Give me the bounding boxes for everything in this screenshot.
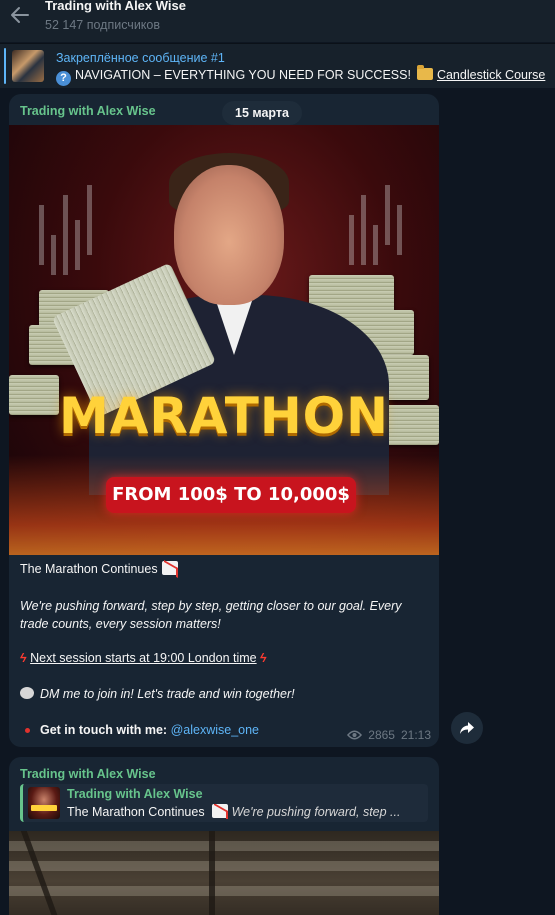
- message-body: We're pushing forward, step by step, get…: [20, 599, 402, 631]
- image-badge: FROM 100$ TO 10,000$: [106, 477, 356, 513]
- speech-bubble-icon: [20, 687, 34, 699]
- lightning-icon: ϟ: [258, 651, 268, 665]
- bullet-icon: [25, 728, 30, 734]
- session-line: ϟ Next session starts at 19:00 London ti…: [18, 651, 268, 665]
- folder-icon: [416, 65, 433, 80]
- message-title-text: The Marathon Continues: [20, 562, 158, 576]
- question-icon: ?: [56, 71, 71, 86]
- pinned-title: Закреплённое сообщение #1: [56, 51, 225, 65]
- lightning-icon: ϟ: [18, 651, 28, 665]
- message-sender[interactable]: Trading with Alex Wise: [20, 767, 156, 781]
- reply-text: The Marathon Continues We're pushing for…: [67, 804, 427, 819]
- pinned-link[interactable]: Candlestick Course: [437, 68, 545, 82]
- forward-share-icon: [460, 722, 474, 734]
- date-separator: 15 марта: [222, 101, 302, 125]
- contact-handle-link[interactable]: @alexwise_one: [171, 723, 259, 737]
- channel-title[interactable]: Trading with Alex Wise: [45, 0, 186, 13]
- pinned-text: ? NAVIGATION – EVERYTHING YOU NEED FOR SU…: [56, 65, 545, 86]
- dm-line: DM me to join in! Let's trade and win to…: [20, 687, 295, 701]
- chart-up-icon: [161, 561, 178, 575]
- chart-up-icon: [212, 804, 229, 818]
- message-image[interactable]: [9, 831, 439, 915]
- message-meta: 2865 21:13: [347, 728, 431, 742]
- message-sender[interactable]: Trading with Alex Wise: [20, 104, 156, 118]
- message-image[interactable]: MARATHON FROM 100$ TO 10,000$: [9, 125, 439, 555]
- message-bubble: Trading with Alex Wise Trading with Alex…: [9, 757, 439, 915]
- eye-icon: [347, 730, 363, 740]
- image-title: MARATHON: [58, 387, 390, 445]
- reply-title: The Marathon Continues: [67, 805, 205, 819]
- contact-line: Get in touch with me: @alexwise_one: [20, 723, 259, 737]
- message-title: The Marathon Continues: [20, 561, 178, 576]
- chat-header: Trading with Alex Wise 52 147 подписчико…: [0, 0, 555, 42]
- reply-sender: Trading with Alex Wise: [67, 787, 203, 801]
- pinned-thumbnail: [12, 50, 44, 82]
- reply-thumbnail: [28, 787, 60, 819]
- pinned-indicator: [4, 48, 6, 84]
- back-arrow-icon[interactable]: [10, 6, 30, 24]
- message-time: 21:13: [400, 728, 431, 742]
- forward-button[interactable]: [451, 712, 483, 744]
- pinned-message-bar[interactable]: Закреплённое сообщение #1 ? NAVIGATION – …: [0, 43, 555, 88]
- contact-label: Get in touch with me:: [40, 723, 168, 737]
- subscriber-count: 52 147 подписчиков: [45, 18, 161, 32]
- view-count: 2865: [368, 728, 395, 742]
- pinned-text-label: NAVIGATION – EVERYTHING YOU NEED FOR SUC…: [75, 68, 411, 82]
- reply-preview[interactable]: Trading with Alex Wise The Marathon Cont…: [20, 784, 428, 822]
- message-bubble: Trading with Alex Wise MARATHON FROM 100…: [9, 94, 439, 747]
- dm-text: DM me to join in! Let's trade and win to…: [40, 687, 295, 701]
- session-text: Next session starts at 19:00 London time: [30, 651, 257, 665]
- reply-snippet: We're pushing forward, step ...: [231, 805, 401, 819]
